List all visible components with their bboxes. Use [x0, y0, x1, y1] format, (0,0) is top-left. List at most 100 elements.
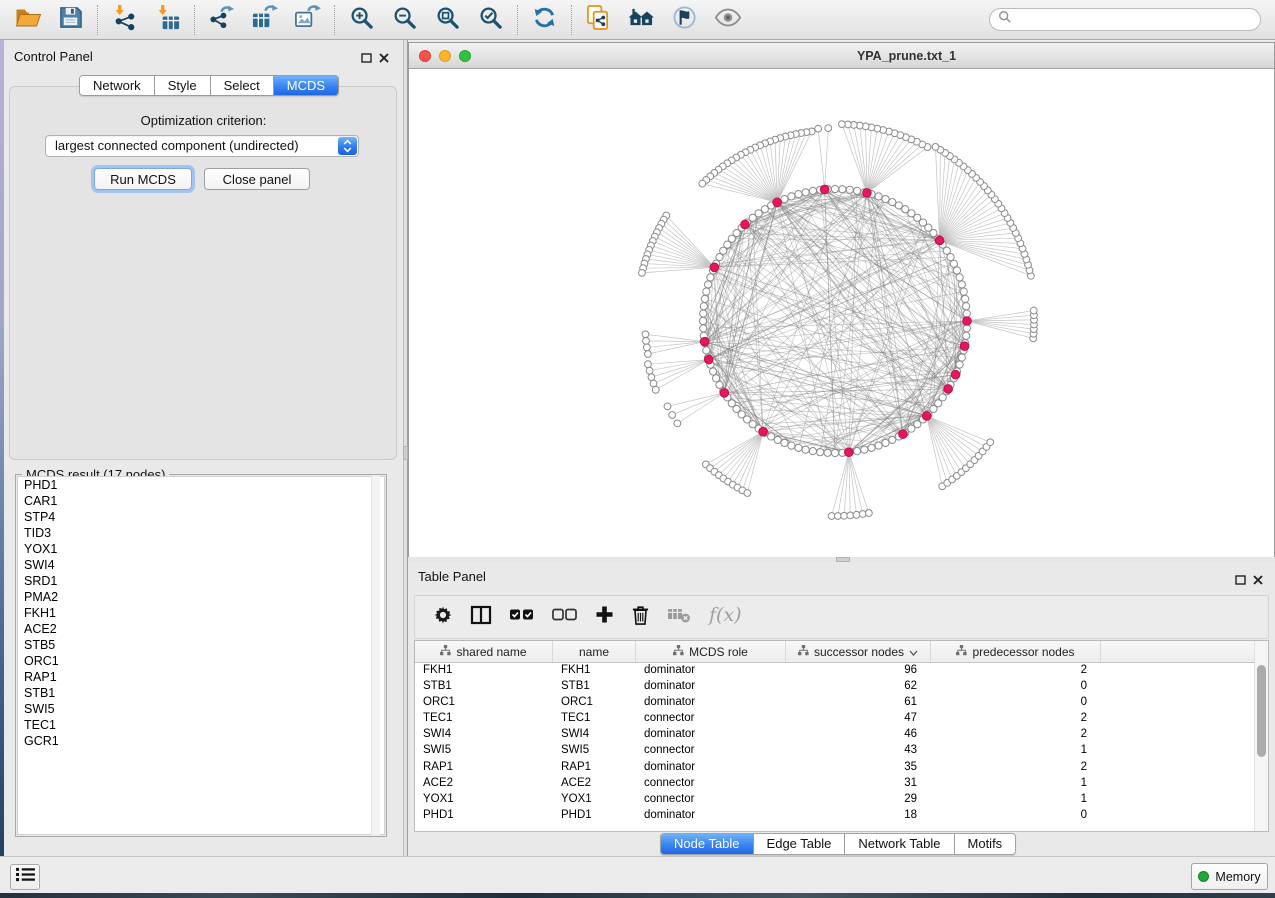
table-scrollbar-thumb[interactable]	[1257, 665, 1266, 757]
export-image-button[interactable]	[286, 3, 329, 37]
table-row[interactable]: ACE2ACE2connector311	[415, 776, 1268, 792]
table-row[interactable]: STB1STB1dominator620	[415, 679, 1268, 695]
maximize-window-icon[interactable]	[459, 50, 471, 62]
result-list-item[interactable]: TEC1	[18, 717, 384, 733]
result-list-item[interactable]: SWI4	[18, 557, 384, 573]
export-network-button[interactable]	[200, 3, 243, 37]
open-file-button[interactable]	[6, 3, 49, 37]
application-window: Control Panel NetworkStyleSelectMCDS Opt…	[0, 0, 1275, 898]
column-header-successor-nodes[interactable]: successor nodes	[786, 641, 931, 662]
close-window-icon[interactable]	[419, 50, 431, 62]
table-row[interactable]: SWI4SWI4dominator462	[415, 727, 1268, 743]
clone-network-button[interactable]	[577, 3, 620, 37]
column-label: shared name	[456, 645, 526, 659]
tab-style[interactable]: Style	[155, 76, 211, 95]
run-mcds-button[interactable]: Run MCDS	[94, 168, 192, 190]
apply-layout-button[interactable]	[523, 3, 566, 37]
table-cell: dominator	[636, 679, 786, 695]
save-session-button[interactable]	[49, 3, 92, 37]
tab-mcds[interactable]: MCDS	[274, 76, 338, 95]
add-column-button[interactable]	[595, 605, 614, 629]
close-panel-action-button[interactable]: Close panel	[204, 168, 310, 190]
result-list-scrollbar[interactable]	[371, 476, 380, 835]
table-row[interactable]: SWI5SWI5connector431	[415, 743, 1268, 759]
network-graph[interactable]	[409, 69, 1274, 557]
table-scrollbar[interactable]	[1254, 641, 1268, 831]
delete-column-button[interactable]	[631, 604, 650, 631]
table-row[interactable]: YOX1YOX1connector291	[415, 792, 1268, 808]
minimize-window-icon[interactable]	[439, 50, 451, 62]
result-list-item[interactable]: SRD1	[18, 573, 384, 589]
result-list-item[interactable]: ORC1	[18, 653, 384, 669]
table-panel-title: Table Panel	[418, 569, 486, 584]
result-list-item[interactable]: FKH1	[18, 605, 384, 621]
column-layout-button[interactable]	[470, 605, 492, 630]
column-header-MCDS-role[interactable]: MCDS role	[636, 641, 786, 662]
zoom-selected-button[interactable]	[469, 3, 512, 37]
search-input[interactable]	[1016, 11, 1260, 29]
column-header-filler	[1101, 641, 1268, 662]
close-panel-button[interactable]	[1253, 572, 1265, 583]
import-table-icon	[154, 4, 181, 36]
tab-network-table[interactable]: Network Table	[845, 834, 954, 854]
column-header-name[interactable]: name	[553, 641, 636, 662]
table-row[interactable]: TEC1TEC1connector472	[415, 711, 1268, 727]
select-all-button[interactable]	[509, 608, 535, 626]
table-row[interactable]: PHD1PHD1dominator180	[415, 808, 1268, 824]
result-list-item[interactable]: YOX1	[18, 541, 384, 557]
result-list-item[interactable]: PMA2	[18, 589, 384, 605]
tab-node-table[interactable]: Node Table	[661, 834, 754, 854]
result-list-item[interactable]: PHD1	[18, 477, 384, 493]
zoom-in-button[interactable]	[340, 3, 383, 37]
result-list-item[interactable]: ACE2	[18, 621, 384, 637]
table-cell: STB1	[553, 679, 636, 695]
result-list-item[interactable]: RAP1	[18, 669, 384, 685]
export-table-button[interactable]	[243, 3, 286, 37]
tab-edge-table[interactable]: Edge Table	[754, 834, 846, 854]
table-row[interactable]: FKH1FKH1dominator962	[415, 663, 1268, 679]
table-body: FKH1FKH1dominator962STB1STB1dominator620…	[415, 663, 1268, 824]
table-cell: ORC1	[415, 695, 553, 711]
tab-motifs[interactable]: Motifs	[955, 834, 1016, 854]
result-list-item[interactable]: STB5	[18, 637, 384, 653]
table-cell: YOX1	[553, 792, 636, 808]
result-list-item[interactable]: SWI5	[18, 701, 384, 717]
zoom-selected-icon	[478, 5, 503, 35]
zoom-fit-button[interactable]	[426, 3, 469, 37]
result-list-item[interactable]: TID3	[18, 525, 384, 541]
table-cell: RAP1	[415, 760, 553, 776]
style-preview-button[interactable]	[663, 3, 706, 37]
table-options-button[interactable]	[433, 605, 453, 630]
network-window-titlebar[interactable]: YPA_prune.txt_1	[409, 43, 1274, 69]
show-graphics-button[interactable]	[706, 3, 749, 37]
float-panel-button[interactable]	[361, 50, 373, 61]
memory-button[interactable]: Memory	[1191, 863, 1268, 890]
tab-select[interactable]: Select	[211, 76, 274, 95]
result-list-item[interactable]: STB1	[18, 685, 384, 701]
column-header-predecessor-nodes[interactable]: predecessor nodes	[931, 641, 1101, 662]
float-panel-button[interactable]	[1235, 572, 1247, 583]
import-network-button[interactable]	[103, 3, 146, 37]
task-history-button[interactable]	[10, 864, 40, 890]
table-options-icon	[433, 605, 453, 630]
deselect-all-button[interactable]	[552, 608, 578, 626]
table-cell: 29	[786, 792, 931, 808]
close-panel-button[interactable]	[379, 50, 391, 61]
mcds-result-list[interactable]: PHD1CAR1STP4TID3YOX1SWI4SRD1PMA2FKH1ACE2…	[17, 476, 385, 835]
tab-network[interactable]: Network	[80, 76, 155, 95]
column-header-shared-name[interactable]: shared name	[415, 641, 553, 662]
table-row[interactable]: ORC1ORC1dominator610	[415, 695, 1268, 711]
result-list-item[interactable]: CAR1	[18, 493, 384, 509]
tree-icon	[673, 645, 684, 659]
network-canvas[interactable]	[409, 69, 1274, 557]
optimization-criterion-select[interactable]: largest connected component (undirected)	[45, 135, 359, 157]
result-list-item[interactable]: GCR1	[18, 733, 384, 749]
search-box[interactable]	[989, 8, 1261, 31]
zoom-out-button[interactable]	[383, 3, 426, 37]
result-list-item[interactable]: STP4	[18, 509, 384, 525]
table-row[interactable]: RAP1RAP1dominator352	[415, 760, 1268, 776]
optimization-criterion-value: largest connected component (undirected)	[55, 138, 299, 153]
import-table-button[interactable]	[146, 3, 189, 37]
network-overview-button[interactable]	[620, 3, 663, 37]
optimization-criterion-label: Optimization criterion:	[4, 113, 403, 128]
